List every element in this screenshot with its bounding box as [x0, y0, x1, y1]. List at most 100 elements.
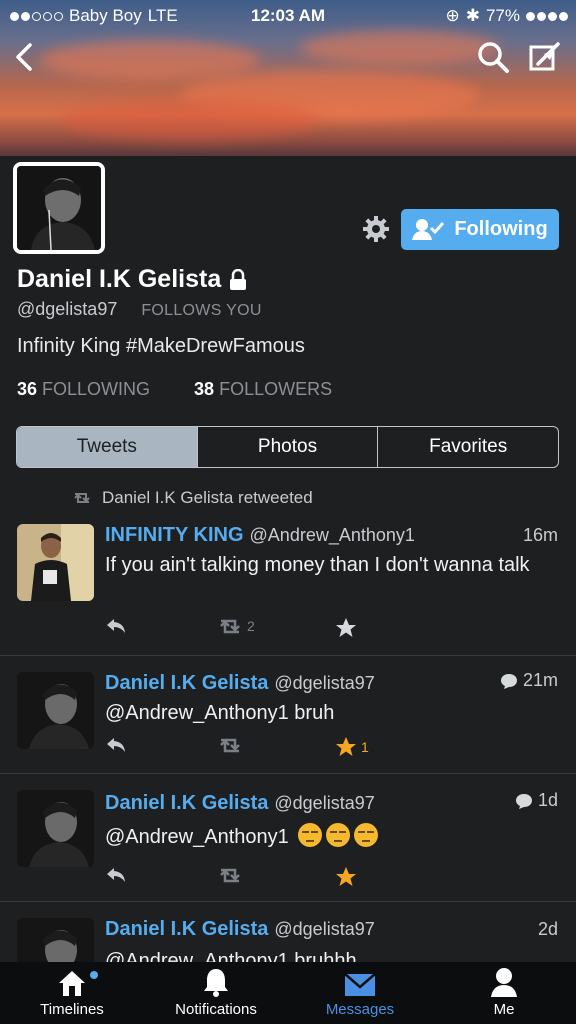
retweet-count: 2 — [247, 618, 255, 634]
tweet-author-handle: @dgelista97 — [274, 919, 375, 939]
tab-timelines-label: Timelines — [40, 1001, 104, 1018]
avatar[interactable] — [17, 524, 94, 601]
tweet-row[interactable]: Daniel I.K Gelista @dgelista97 21m @Andr… — [0, 656, 576, 774]
retweet-label: Daniel I.K Gelista retweeted — [102, 488, 313, 507]
tweet-author-name[interactable]: INFINITY KING — [105, 524, 244, 547]
favorite-button[interactable] — [335, 617, 357, 639]
retweet-button[interactable] — [217, 736, 243, 754]
tab-photos[interactable]: Photos — [196, 427, 378, 467]
unamused-face-emoji — [298, 823, 323, 847]
tweet-row[interactable]: Daniel I.K Gelista @dgelista97 2d @Andre… — [0, 902, 576, 962]
tweet-time: 2d — [538, 919, 558, 940]
compose-icon — [529, 42, 560, 71]
tweet-time: 21m — [500, 670, 558, 691]
compose-tweet-button[interactable] — [528, 40, 562, 74]
gear-icon — [363, 216, 389, 242]
tweet-time: 1d — [515, 790, 558, 811]
tweet-text: @Andrew_Anthony1 bruh — [105, 702, 335, 724]
tweet-text-mention: @Andrew_Anthony1 — [105, 826, 289, 848]
avatar[interactable] — [17, 790, 94, 867]
rotation-lock-icon: ⊕ — [445, 6, 460, 25]
tab-notifications[interactable]: Notifications — [144, 962, 288, 1024]
tweet-time-label: 16m — [522, 525, 558, 545]
profile-handle: @dgelista97 — [17, 299, 118, 319]
reply-button[interactable] — [105, 617, 127, 635]
reply-button[interactable] — [105, 866, 127, 884]
tab-me-label: Me — [493, 1001, 515, 1018]
tweet-time: 16m — [523, 525, 558, 546]
tab-me[interactable]: Me — [432, 962, 576, 1024]
reply-icon — [107, 868, 125, 882]
lock-icon — [230, 268, 247, 290]
avatar-photo — [17, 524, 94, 601]
follows-you-badge: FOLLOWS YOU — [141, 302, 262, 319]
avatar[interactable] — [17, 672, 94, 749]
favorite-button[interactable] — [335, 866, 357, 888]
conversation-icon — [500, 673, 517, 689]
tweet-time-label: 2d — [537, 919, 558, 939]
chevron-left-icon — [16, 43, 32, 71]
settings-button[interactable] — [362, 215, 390, 243]
tweet-author-handle: @dgelista97 — [274, 792, 375, 813]
following-button-label: Following — [454, 218, 548, 240]
retweet-button[interactable] — [217, 866, 243, 884]
tweet-text: @Andrew_Anthony1 — [105, 823, 558, 851]
tab-messages-label: Messages — [325, 1001, 395, 1018]
tweet-text: If you ain't talking money than I don't … — [105, 554, 530, 576]
avatar-photo — [17, 672, 94, 749]
following-button[interactable]: Following — [401, 209, 559, 250]
profile-avatar[interactable] — [13, 162, 105, 254]
tweet-time-label: 1d — [537, 790, 558, 810]
status-bar: Baby Boy LTE 12:03 AM ⊕ ✱ 77% — [0, 0, 576, 32]
tab-notifications-label: Notifications — [175, 1001, 257, 1018]
retweet-icon — [220, 868, 240, 883]
retweet-icon — [220, 619, 240, 634]
tab-favorites[interactable]: Favorites — [377, 427, 558, 467]
home-icon — [59, 971, 85, 996]
search-button[interactable] — [476, 40, 510, 74]
battery-dots-icon — [526, 11, 568, 21]
unamused-face-emoji — [326, 823, 351, 847]
following-label: FOLLOWING — [42, 379, 151, 399]
tweet-author-handle: @Andrew_Anthony1 — [249, 525, 415, 545]
tab-messages[interactable]: Messages — [288, 962, 432, 1024]
tab-timelines[interactable]: Timelines — [0, 962, 144, 1024]
avatar-photo — [17, 790, 94, 867]
profile-tabs: Tweets Photos Favorites — [16, 426, 559, 468]
followers-count: 38 — [194, 379, 215, 399]
back-button[interactable] — [10, 40, 40, 74]
star-icon — [336, 867, 356, 886]
tweet-row[interactable]: Daniel I.K Gelista @dgelista97 1d @Andre… — [0, 774, 576, 902]
unamused-face-emoji — [354, 823, 379, 847]
tweet-author-name[interactable]: Daniel I.K Gelista — [105, 792, 268, 815]
new-content-indicator — [90, 971, 98, 979]
favorite-button[interactable]: 1 — [335, 736, 369, 758]
conversation-icon — [515, 793, 532, 809]
retweet-button[interactable]: 2 — [217, 617, 255, 635]
followers-stat[interactable]: 38 FOLLOWERS — [194, 379, 332, 400]
search-icon — [478, 42, 509, 73]
person-icon — [491, 968, 517, 997]
followers-label: FOLLOWERS — [219, 379, 333, 399]
star-icon — [336, 618, 356, 637]
bluetooth-icon: ✱ — [465, 6, 480, 25]
reply-button[interactable] — [105, 736, 127, 754]
user-check-icon — [412, 218, 445, 240]
tweet-text: @Andrew_Anthony1 bruhhh — [105, 950, 357, 962]
following-count: 36 — [17, 379, 38, 399]
tweet-author-handle: @dgelista97 — [274, 672, 375, 693]
avatar[interactable] — [17, 918, 94, 962]
tweet-author-name[interactable]: Daniel I.K Gelista — [105, 672, 268, 695]
tweet-row[interactable]: Daniel I.K Gelista retweeted INFINITY KI… — [0, 480, 576, 656]
tab-tweets[interactable]: Tweets — [17, 427, 197, 467]
favorite-count: 1 — [361, 739, 369, 755]
following-stat[interactable]: 36 FOLLOWING — [17, 379, 150, 400]
star-icon — [336, 737, 356, 756]
bell-icon — [204, 969, 228, 997]
envelope-icon — [344, 973, 376, 996]
tweet-author-name[interactable]: Daniel I.K Gelista — [105, 918, 268, 941]
profile-photo — [17, 166, 101, 250]
retweet-icon — [74, 493, 90, 503]
reply-icon — [107, 738, 125, 752]
profile-bio: Infinity King #MakeDrewFamous — [17, 335, 305, 357]
